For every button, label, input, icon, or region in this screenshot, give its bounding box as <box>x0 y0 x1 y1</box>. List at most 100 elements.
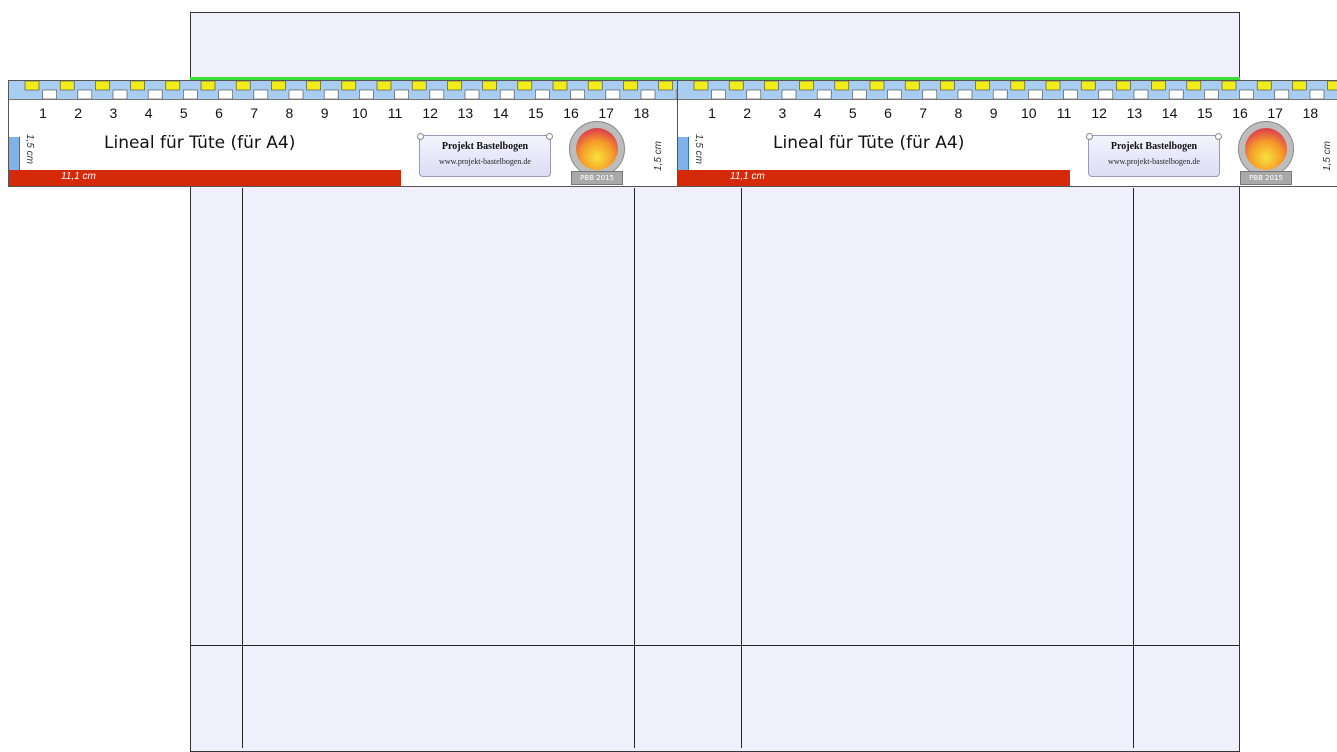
ruler-number: 1 <box>39 105 47 121</box>
red-bar-length-label: 11,1 cm <box>730 171 765 182</box>
ruler-tick <box>781 89 797 99</box>
ruler-tick <box>1186 81 1202 91</box>
ruler-tick <box>323 89 339 99</box>
ruler-number: 8 <box>954 105 963 121</box>
ruler-tick <box>623 81 638 91</box>
ruler-tick <box>728 81 744 91</box>
ruler-tick <box>482 81 497 91</box>
fold-line <box>1133 188 1134 748</box>
ruler-tick <box>1063 89 1078 99</box>
ruler-tick <box>587 81 603 91</box>
ruler-number: 5 <box>848 105 857 121</box>
badge-dome-icon <box>1245 128 1287 170</box>
ruler-tick <box>1221 81 1237 91</box>
ruler-tick <box>834 81 850 91</box>
ruler-tick <box>77 89 93 99</box>
ruler-number: 2 <box>74 105 83 121</box>
ruler-number: 14 <box>1161 105 1178 121</box>
ruler-tick <box>1151 81 1166 91</box>
ruler-tick <box>940 81 955 91</box>
ruler-tick <box>799 81 814 91</box>
ruler-tick <box>376 81 392 91</box>
ruler-number: 2 <box>743 105 752 121</box>
ruler-tick <box>253 89 269 99</box>
ruler-number: 13 <box>1126 105 1143 121</box>
ruler-tick <box>605 89 621 99</box>
ruler-tick <box>852 89 867 99</box>
ruler-number: 9 <box>320 105 329 121</box>
brand-title: Projekt Bastelbogen <box>441 141 529 152</box>
ruler-tick <box>112 89 128 99</box>
ruler-tick <box>1116 81 1131 91</box>
ruler-number: 9 <box>989 105 998 121</box>
scroll-curl <box>546 133 553 140</box>
ruler-tick <box>218 89 233 99</box>
ruler-tick <box>1080 81 1096 91</box>
ruler-number: 14 <box>492 105 509 121</box>
ruler-tick <box>975 81 990 91</box>
ruler-tick <box>1292 81 1307 91</box>
ruler-ticks <box>24 81 677 99</box>
ruler-number: 10 <box>1021 105 1037 121</box>
ruler-tick <box>1256 81 1272 91</box>
ruler-number: 7 <box>250 105 259 121</box>
pbb-badge-logo: PBB 2015 <box>565 121 629 185</box>
red-bar-length-label: 11,1 cm <box>61 171 96 182</box>
ruler-tick <box>306 81 321 91</box>
ruler-number: 8 <box>285 105 294 121</box>
scroll-curl <box>1086 133 1093 140</box>
ruler-tick <box>711 89 726 99</box>
ruler-tick <box>464 89 480 99</box>
fold-line <box>634 188 635 748</box>
ruler-number: 17 <box>598 105 614 121</box>
ruler-tick <box>1309 89 1325 99</box>
ruler-number: 13 <box>457 105 474 121</box>
ruler-tick <box>95 81 110 91</box>
brand-scroll: Projekt Bastelbogen www.projekt-bastelbo… <box>417 133 553 177</box>
ruler-number: 18 <box>633 105 650 121</box>
fold-line <box>242 188 243 748</box>
brand-url: www.projekt-bastelbogen.de <box>439 157 531 166</box>
ruler-tick <box>1045 81 1061 91</box>
ruler-number: 15 <box>1197 105 1213 121</box>
brand-url: www.projekt-bastelbogen.de <box>1108 157 1200 166</box>
ruler-number: 4 <box>813 105 822 121</box>
ruler-left-width-label: 1,5 cm <box>693 134 704 165</box>
ruler-tick <box>42 89 57 99</box>
bottom-fold-line <box>190 645 1240 646</box>
ruler-tick <box>1168 89 1184 99</box>
ruler-tick <box>764 81 779 91</box>
ruler-red-bar: 11,1 cm <box>9 170 401 186</box>
ruler-tick <box>1028 89 1043 99</box>
ruler-number: 16 <box>563 105 579 121</box>
ruler-right-width-label: 1,5 cm <box>653 140 664 171</box>
ruler-tick <box>957 89 973 99</box>
ruler-tick <box>693 81 709 91</box>
ruler-number: 16 <box>1232 105 1248 121</box>
ruler-number: 3 <box>109 105 118 121</box>
ruler-number: 12 <box>1091 105 1107 121</box>
ruler-number: 18 <box>1302 105 1319 121</box>
ruler-tick <box>24 81 40 91</box>
ruler-strip: 1 2 3 4 5 6 7 8 9 10 11 12 13 14 15 16 17 18 1,5 cm Linea… <box>8 80 678 187</box>
ruler-tick <box>1239 89 1254 99</box>
ruler-tick <box>658 81 673 91</box>
ruler-tick <box>130 81 145 91</box>
ruler-tick <box>640 89 656 99</box>
ruler-tick <box>411 81 427 91</box>
ruler-number: 5 <box>179 105 188 121</box>
ruler-tick <box>535 89 550 99</box>
ruler-left-width-label: 1,5 cm <box>24 134 35 165</box>
badge-label: PBB 2015 <box>571 171 623 185</box>
ruler-tick <box>1098 89 1114 99</box>
ruler-tick <box>341 81 357 91</box>
ruler-tick <box>570 89 585 99</box>
scroll-curl <box>417 133 424 140</box>
ruler-number: 6 <box>215 105 223 121</box>
ruler-tick <box>271 81 286 91</box>
ruler-tick <box>1204 89 1219 99</box>
brand-scroll: Projekt Bastelbogen www.projekt-bastelbo… <box>1086 133 1222 177</box>
ruler-tick <box>1274 89 1290 99</box>
ruler-number: 1 <box>708 105 716 121</box>
ruler-number: 10 <box>352 105 368 121</box>
